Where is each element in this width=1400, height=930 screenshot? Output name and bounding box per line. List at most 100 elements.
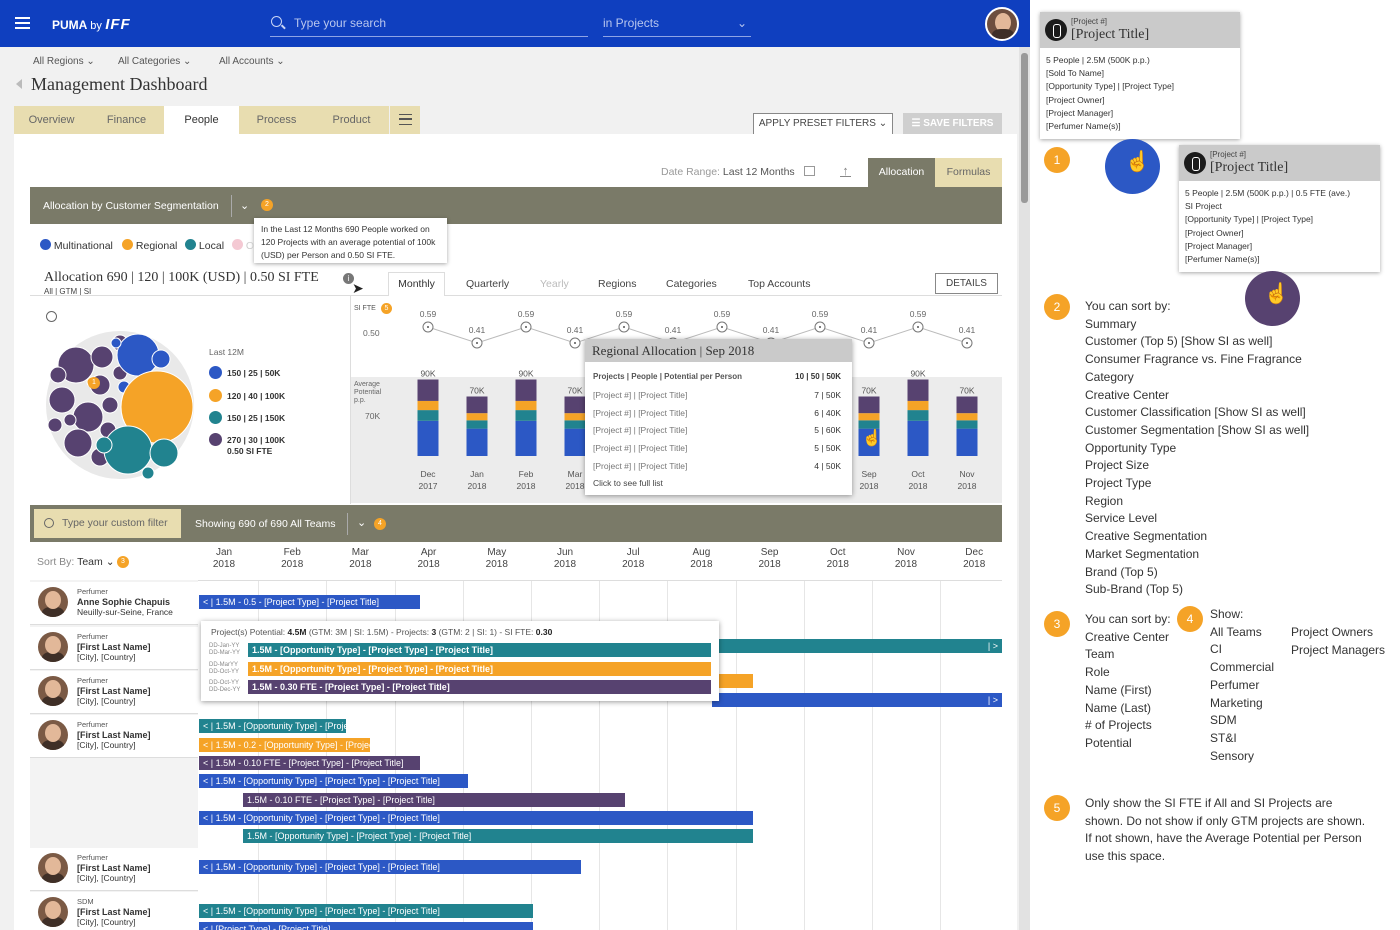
back-arrow-icon[interactable]	[16, 79, 22, 89]
bar-segment[interactable]	[466, 413, 488, 421]
popup-footer-link[interactable]: Click to see full list	[593, 478, 841, 488]
period-tab-regions[interactable]: Regions	[598, 278, 637, 290]
avatar[interactable]	[38, 853, 68, 883]
bar-segment[interactable]	[417, 410, 439, 421]
popup-row[interactable]: [Project #] | [Project Title] 4 | 50K	[593, 461, 841, 471]
bar-segment[interactable]	[515, 400, 537, 411]
period-tab-quarterly[interactable]: Quarterly	[466, 278, 509, 290]
bar-segment[interactable]	[907, 410, 929, 421]
project-bar[interactable]: 1.5M - 0.30 FTE - [Project Type] - [Proj…	[248, 680, 711, 694]
tab-process[interactable]: Process	[239, 106, 314, 134]
project-bar[interactable]: | >	[712, 639, 1002, 653]
date-range[interactable]: Date Range: Last 12 Months	[661, 166, 815, 178]
potential-popup[interactable]: Project(s) Potential: 4.5M (GTM: 3M | SI…	[201, 621, 719, 701]
person-row[interactable]: Perfumer Anne Sophie Chapuis Neuilly-sur-S…	[30, 582, 198, 625]
tab-people[interactable]: People	[164, 106, 239, 134]
scope-select[interactable]: in Projects ⌄	[603, 16, 751, 37]
avatar[interactable]	[985, 7, 1019, 41]
person-row[interactable]: SDM [First Last Name] [City], [Country]	[30, 892, 198, 930]
search-input[interactable]: Type your search	[294, 16, 588, 37]
avatar[interactable]	[38, 676, 68, 706]
project-bar[interactable]: < | 1.5M - [Opportunity Type] - [Project…	[199, 904, 533, 918]
tab-settings[interactable]	[390, 106, 420, 134]
regional-allocation-popup[interactable]: Regional Allocation | Sep 2018 Projects …	[585, 339, 852, 495]
bar-segment[interactable]	[564, 428, 586, 456]
project-bar[interactable]: < | 1.5M - [Opportunity Type] - [Project…	[199, 774, 468, 788]
period-tab-categories[interactable]: Categories	[666, 278, 717, 290]
tab-product[interactable]: Product	[314, 106, 389, 134]
project-bar[interactable]: < | 1.5M - 0.10 FTE - [Project Type] - […	[199, 756, 420, 770]
filter-all-accounts[interactable]: All Accounts ⌄	[219, 56, 285, 67]
brand-logo[interactable]: PUMA by IFF	[52, 16, 131, 33]
upload-icon[interactable]: ↑	[840, 164, 851, 177]
avatar[interactable]	[38, 632, 68, 662]
avatar[interactable]	[38, 897, 68, 927]
bar-segment[interactable]	[907, 379, 929, 401]
project-bar[interactable]: 1.5M - [Opportunity Type] - [Project Typ…	[248, 643, 711, 657]
save-filters-button[interactable]: ☰ SAVE FILTERS	[903, 113, 1002, 135]
bar-segment[interactable]	[515, 410, 537, 421]
sort-by[interactable]: Sort By: Team ⌄	[37, 556, 115, 568]
popup-row[interactable]: [Project #] | [Project Title] 7 | 50K	[593, 390, 841, 400]
bar-segment[interactable]	[466, 396, 488, 414]
bar-segment[interactable]	[417, 400, 439, 411]
project-bar[interactable]: < | 1.5M - [Opportunity Type] - [Project…	[199, 860, 581, 874]
popup-row[interactable]: [Project #] | [Project Title] 6 | 40K	[593, 408, 841, 418]
bar-segment[interactable]	[564, 413, 586, 421]
project-bar[interactable]: < | 1.5M - [Opportunity Type] - [Projec	[199, 719, 346, 733]
project-bar[interactable]: < | 1.5M - 0.5 - [Project Type] - [Proje…	[199, 595, 420, 609]
chevron-down-icon[interactable]: ⌄	[240, 199, 249, 212]
period-tab-yearly[interactable]: Yearly	[540, 278, 569, 290]
custom-filter-input[interactable]: Type your custom filter	[34, 509, 181, 538]
bar-segment[interactable]	[956, 428, 978, 456]
avatar[interactable]	[38, 720, 68, 750]
scrollbar[interactable]	[1019, 47, 1030, 930]
person-row[interactable]: Perfumer [First Last Name] [City], [Countr…	[30, 627, 198, 670]
project-bar[interactable]: < | [Project Type] - [Project Title]	[199, 922, 533, 930]
menu-icon[interactable]	[15, 17, 30, 29]
popup-row[interactable]: [Project #] | [Project Title] 5 | 60K	[593, 425, 841, 435]
bar-segment[interactable]	[515, 420, 537, 456]
project-bar[interactable]: 1.5M - [Opportunity Type] - [Project Typ…	[248, 661, 711, 676]
project-bar[interactable]: 1.5M - [Opportunity Type] - [Project Typ…	[243, 829, 753, 843]
tab-finance[interactable]: Finance	[89, 106, 164, 134]
period-tab-monthly[interactable]: Monthly	[388, 272, 445, 296]
project-bar[interactable]: < | 1.5M - 0.2 - [Opportunity Type] - [P…	[199, 738, 370, 752]
bar-segment[interactable]	[466, 428, 488, 456]
legend-other[interactable]: O	[232, 239, 254, 252]
apply-preset-filters-button[interactable]: APPLY PRESET FILTERS ⌄	[753, 113, 893, 135]
legend-multinational[interactable]: Multinational	[40, 239, 113, 252]
bar-segment[interactable]	[515, 379, 537, 401]
person-row[interactable]: Perfumer [First Last Name] [City], [Countr…	[30, 715, 198, 758]
filter-all-categories[interactable]: All Categories ⌄	[118, 56, 191, 67]
legend-local[interactable]: Local	[185, 239, 224, 252]
bar-segment[interactable]	[858, 396, 880, 414]
bar-segment[interactable]	[858, 413, 880, 421]
bar-segment[interactable]	[907, 420, 929, 456]
avatar[interactable]	[38, 587, 68, 617]
period-tab-top-accounts[interactable]: Top Accounts	[748, 278, 810, 290]
bar-segment[interactable]	[466, 420, 488, 429]
project-bar[interactable]: < | 1.5M - [Opportunity Type] - [Project…	[199, 811, 753, 825]
project-bar[interactable]: | >	[712, 693, 1002, 707]
chevron-down-icon[interactable]: ⌄	[357, 516, 366, 529]
bar-segment[interactable]	[564, 420, 586, 429]
tab-formulas[interactable]: Formulas	[935, 158, 1002, 187]
bar-segment[interactable]	[956, 420, 978, 429]
bar-segment[interactable]	[417, 379, 439, 401]
bar-segment[interactable]	[417, 420, 439, 456]
bar-segment[interactable]	[956, 413, 978, 421]
bar-segment[interactable]	[907, 400, 929, 411]
bar-segment[interactable]	[564, 396, 586, 414]
project-bar[interactable]: 1.5M - 0.10 FTE - [Project Type] - [Proj…	[243, 793, 625, 807]
person-row[interactable]: Perfumer [First Last Name] [City], [Countr…	[30, 848, 198, 891]
tab-overview[interactable]: Overview	[14, 106, 89, 134]
tab-allocation[interactable]: Allocation	[868, 158, 935, 187]
person-row[interactable]: Perfumer [First Last Name] [City], [Countr…	[30, 671, 198, 714]
legend-regional[interactable]: Regional	[122, 239, 177, 252]
bar-segment[interactable]	[956, 396, 978, 414]
bubble-chart[interactable]	[40, 325, 200, 485]
details-button[interactable]: DETAILS	[935, 273, 998, 294]
zoom-icon[interactable]	[46, 311, 57, 322]
filter-all-regions[interactable]: All Regions ⌄	[33, 56, 95, 67]
